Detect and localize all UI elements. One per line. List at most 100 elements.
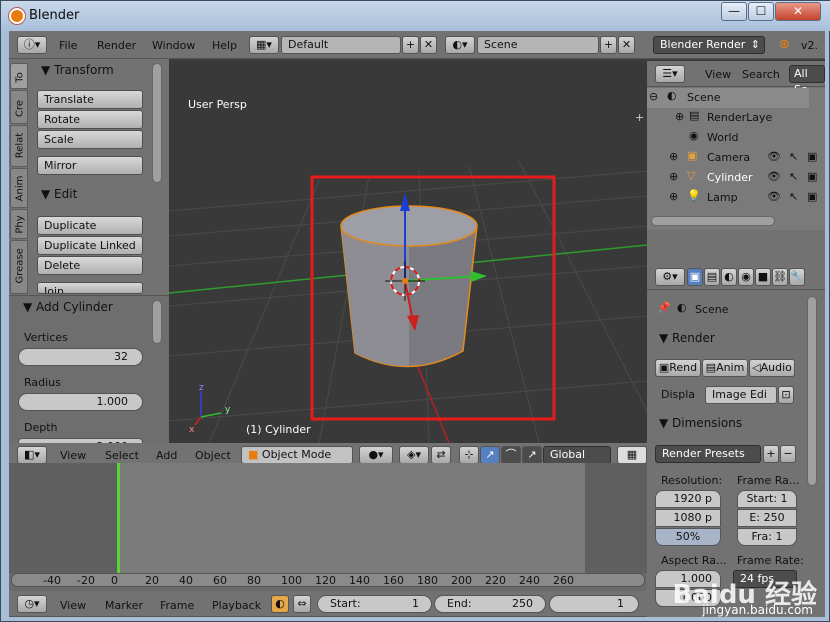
outliner-item-cylinder[interactable]: ⊕ ▽ Cylinder 👁 ↖ ▣ <box>647 168 825 188</box>
scale-manipulator-icon[interactable]: ⌒ <box>501 446 521 464</box>
renderability-camera-icon[interactable]: ▣ <box>807 170 817 183</box>
vertices-field[interactable]: 32 <box>18 348 143 366</box>
menu-file[interactable]: File <box>59 39 77 52</box>
add-layout-button[interactable]: + <box>402 36 419 54</box>
timeline-menu-marker[interactable]: Marker <box>105 599 143 612</box>
render-image-button[interactable]: ▣Rend <box>655 359 701 377</box>
outliner-item-scene[interactable]: ⊖ ◐ Scene <box>647 88 809 108</box>
translate-manipulator-icon[interactable]: ⊹ <box>459 446 479 464</box>
editor-type-outliner-icon[interactable]: ☰▾ <box>655 65 685 83</box>
editor-type-3d-icon[interactable]: ◧▾ <box>17 446 47 464</box>
rotate-button[interactable]: Rotate <box>37 110 143 129</box>
outliner-item-renderlayers[interactable]: ⊕ ▤ RenderLaye <box>647 108 809 128</box>
render-presets-dropdown[interactable]: Render Presets <box>655 445 761 463</box>
scene-selector-icon[interactable]: ◐▾ <box>445 36 475 54</box>
outliner-item-camera[interactable]: ⊕ ▣ Camera 👁 ↖ ▣ <box>647 148 825 168</box>
delete-button[interactable]: Delete <box>37 256 143 275</box>
end-frame-field[interactable]: End: 250 <box>434 595 546 613</box>
resolution-x-field[interactable]: 1920 p <box>655 490 721 508</box>
editor-type-properties-icon[interactable]: ⚙▾ <box>655 268 685 286</box>
menu-render[interactable]: Render <box>97 39 136 52</box>
constraints-context-icon[interactable]: ⛓ <box>772 268 788 286</box>
outliner-filter-dropdown[interactable]: All Sc <box>789 65 825 96</box>
timeline-menu-playback[interactable]: Playback <box>212 599 261 612</box>
add-preset-button[interactable]: + <box>763 445 779 463</box>
menu-select[interactable]: Select <box>105 449 139 462</box>
timeline-menu-frame[interactable]: Frame <box>160 599 194 612</box>
manipulator-mode-icon[interactable]: ↗ <box>522 446 542 464</box>
minimize-button[interactable]: — <box>721 2 747 21</box>
tab-physics[interactable]: Phy <box>10 209 28 239</box>
tab-animation[interactable]: Anim <box>10 168 28 208</box>
properties-scrollbar[interactable] <box>807 296 817 486</box>
selectability-cursor-icon[interactable]: ↖ <box>789 190 798 203</box>
lock-range-icon[interactable]: ⇔ <box>293 595 311 613</box>
tab-grease-pencil[interactable]: Grease <box>10 240 28 294</box>
radius-field[interactable]: 1.000 <box>18 393 143 411</box>
selectability-cursor-icon[interactable]: ↖ <box>789 170 798 183</box>
timeline-menu-view[interactable]: View <box>60 599 86 612</box>
visibility-eye-icon[interactable]: 👁 <box>767 190 781 203</box>
outliner-menu-view[interactable]: View <box>705 68 731 81</box>
scale-button[interactable]: Scale <box>37 130 143 149</box>
transform-orientation-dropdown[interactable]: Global <box>543 446 611 464</box>
layout-selector-icon[interactable]: ▦▾ <box>249 36 279 54</box>
menu-view[interactable]: View <box>60 449 86 462</box>
timeline-editor[interactable]: -40 -20 0 20 40 60 80 100 120 140 160 180 200 220 240 2… <box>9 463 647 617</box>
manipulator-toggle-icon[interactable]: ⇄ <box>431 446 451 464</box>
translate-button[interactable]: Translate <box>37 90 143 109</box>
current-frame-marker[interactable] <box>117 463 120 573</box>
visibility-eye-icon[interactable]: 👁 <box>767 150 781 163</box>
frame-step-field[interactable]: Fra: 1 <box>737 528 797 546</box>
pin-icon[interactable]: 📌 <box>657 301 671 314</box>
start-frame-field[interactable]: Start: 1 <box>317 595 432 613</box>
outliner-menu-search[interactable]: Search <box>742 68 780 81</box>
mode-dropdown[interactable]: ■ Object Mode <box>241 446 353 464</box>
viewport-shading-icon[interactable]: ●▾ <box>359 446 393 464</box>
scene-name-field[interactable]: Scene <box>477 36 599 54</box>
pivot-point-icon[interactable]: ◈▾ <box>399 446 429 464</box>
render-animation-button[interactable]: ▤Anim <box>702 359 748 377</box>
editor-type-info-icon[interactable]: ⓘ▾ <box>17 36 47 54</box>
frame-start-field[interactable]: Start: 1 <box>737 490 797 508</box>
renderability-camera-icon[interactable]: ▣ <box>807 150 817 163</box>
render-context-icon[interactable]: ▣ <box>687 268 703 286</box>
frame-end-field[interactable]: E: 250 <box>737 509 797 527</box>
add-cylinder-header[interactable]: ▼ Add Cylinder <box>23 300 113 314</box>
resolution-percentage-field[interactable]: 50% <box>655 528 721 546</box>
outliner-item-world[interactable]: ◉ World <box>647 128 809 148</box>
cylinder-object[interactable] <box>340 205 478 368</box>
maximize-button[interactable]: ☐ <box>748 2 774 21</box>
tab-create[interactable]: Cre <box>10 90 28 124</box>
remove-preset-button[interactable]: − <box>780 445 796 463</box>
duplicate-linked-button[interactable]: Duplicate Linked <box>37 236 143 255</box>
operator-scrollbar[interactable] <box>152 300 162 344</box>
render-audio-button[interactable]: ◁Audio <box>749 359 795 377</box>
z-gizmo-arrow-icon[interactable] <box>400 193 410 211</box>
editor-type-timeline-icon[interactable]: ◷▾ <box>17 595 47 613</box>
properties-region-toggle-icon[interactable]: + <box>635 111 644 124</box>
outliner-scrollbar[interactable] <box>651 216 775 226</box>
preview-range-icon[interactable]: ◐ <box>271 595 289 613</box>
resolution-y-field[interactable]: 1080 p <box>655 509 721 527</box>
dimensions-panel-header[interactable]: ▼ Dimensions <box>659 416 742 430</box>
duplicate-button[interactable]: Duplicate <box>37 216 143 235</box>
render-engine-dropdown[interactable]: Blender Render ⇕ <box>653 36 765 54</box>
renderability-camera-icon[interactable]: ▣ <box>807 190 817 203</box>
layout-name-field[interactable]: Default <box>281 36 401 54</box>
edit-panel-header[interactable]: ▼ Edit <box>41 187 77 201</box>
selectability-cursor-icon[interactable]: ↖ <box>789 150 798 163</box>
add-scene-button[interactable]: + <box>600 36 617 54</box>
world-context-icon[interactable]: ◉ <box>738 268 754 286</box>
menu-help[interactable]: Help <box>212 39 237 52</box>
modifiers-context-icon[interactable]: 🔧 <box>789 268 805 286</box>
toolshelf-scrollbar[interactable] <box>152 63 162 183</box>
display-dropdown[interactable]: Image Edi <box>705 386 777 404</box>
outliner-item-lamp[interactable]: ⊕ 💡 Lamp 👁 ↖ ▣ <box>647 188 825 208</box>
close-button[interactable]: ✕ <box>775 2 821 21</box>
mirror-button[interactable]: Mirror <box>37 156 143 175</box>
menu-add[interactable]: Add <box>156 449 177 462</box>
transform-panel-header[interactable]: ▼ Transform <box>41 63 114 77</box>
current-frame-field[interactable]: 1 <box>549 595 639 613</box>
tab-relations[interactable]: Relat <box>10 125 28 167</box>
